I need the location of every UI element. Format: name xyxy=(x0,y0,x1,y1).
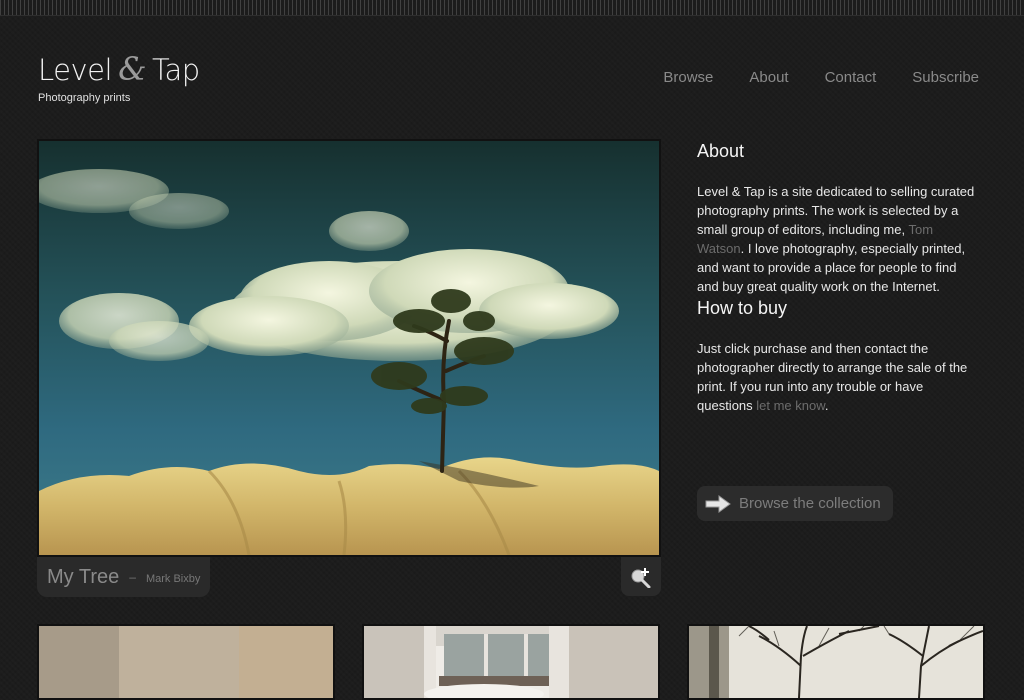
zoom-button[interactable] xyxy=(621,557,661,596)
site-logo[interactable]: Level & Tap Photography prints xyxy=(38,50,200,104)
sidebar: About Level & Tap is a site dedicated to… xyxy=(697,139,977,415)
how-to-buy-heading: How to buy xyxy=(697,298,788,318)
nav-subscribe[interactable]: Subscribe xyxy=(912,69,979,86)
logo-title: Level & Tap xyxy=(38,50,200,88)
how-to-buy-text-part2: . xyxy=(824,398,829,413)
top-decorative-strip xyxy=(0,0,1024,16)
photo-title[interactable]: My Tree xyxy=(47,566,119,589)
thumbnail-image xyxy=(689,626,983,698)
photo-author[interactable]: Mark Bixby xyxy=(146,573,200,585)
zoom-in-icon xyxy=(631,567,651,588)
thumbnail-image xyxy=(364,626,658,698)
nav-contact[interactable]: Contact xyxy=(825,69,877,86)
thumbnail-photo-2[interactable] xyxy=(362,624,660,700)
contact-link[interactable]: let me know xyxy=(756,398,825,413)
logo-tagline: Photography prints xyxy=(38,92,131,104)
thumbnail-photo-3[interactable] xyxy=(687,624,985,700)
thumbnail-photo-1[interactable] xyxy=(37,624,335,700)
browse-collection-button[interactable]: Browse the collection xyxy=(697,486,893,521)
nav-browse[interactable]: Browse xyxy=(663,69,713,86)
thumbnail-image xyxy=(39,626,333,698)
featured-photo-image xyxy=(39,141,659,555)
caption-separator: – xyxy=(129,570,136,584)
logo-word-tap: Tap xyxy=(152,53,200,87)
about-heading: About xyxy=(697,141,745,161)
about-text: Level & Tap is a site dedicated to selli… xyxy=(697,182,977,296)
how-to-buy-text-part1: Just click purchase and then contact the… xyxy=(697,341,968,413)
logo-ampersand: & xyxy=(118,50,147,88)
browse-collection-label: Browse the collection xyxy=(739,495,881,512)
logo-word-level: Level xyxy=(38,53,113,87)
how-to-buy-text: Just click purchase and then contact the… xyxy=(697,339,977,415)
featured-photo[interactable] xyxy=(37,139,661,557)
arrow-right-icon xyxy=(705,494,731,513)
main-nav: Browse About Contact Subscribe xyxy=(663,69,979,86)
nav-about[interactable]: About xyxy=(749,69,788,86)
photo-caption: My Tree – Mark Bixby xyxy=(37,557,211,597)
